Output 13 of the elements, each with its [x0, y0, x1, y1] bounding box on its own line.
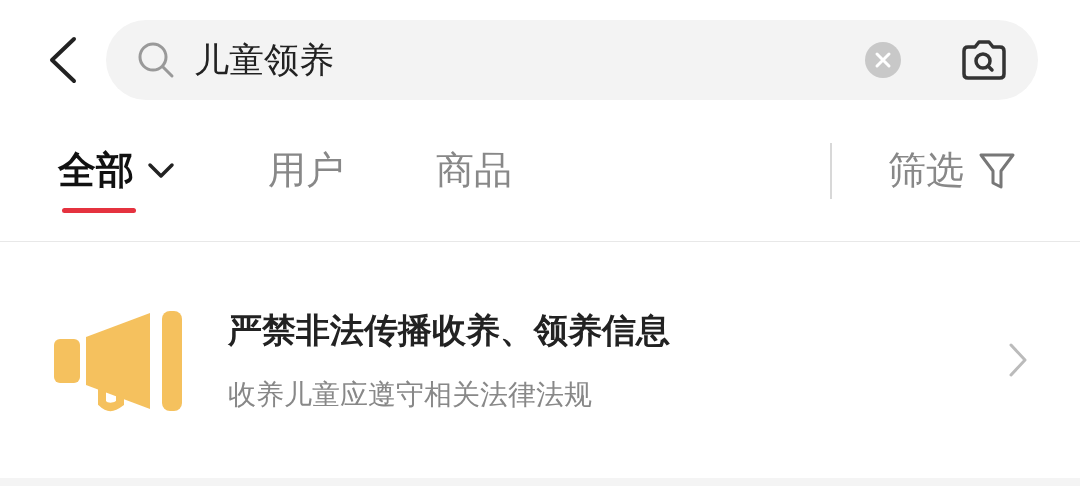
- chevron-down-icon: [146, 160, 176, 181]
- tab[interactable]: 商品: [436, 130, 512, 211]
- filter-button[interactable]: 筛选: [888, 142, 1016, 199]
- notice-row[interactable]: 严禁非法传播收养、领养信息 收养儿童应遵守相关法律法规: [0, 242, 1080, 478]
- tab[interactable]: 全部: [58, 130, 176, 211]
- search-icon: [136, 40, 176, 80]
- camera-icon[interactable]: [960, 39, 1008, 81]
- notice-subtitle: 收养儿童应遵守相关法律法规: [228, 376, 593, 413]
- tab[interactable]: 用户: [268, 130, 344, 211]
- chevron-right-icon: [1008, 342, 1028, 378]
- notice-title: 严禁非法传播收养、领养信息: [228, 308, 670, 352]
- search-field[interactable]: 儿童领养: [194, 33, 846, 87]
- search-bar[interactable]: 儿童领养: [106, 20, 1038, 100]
